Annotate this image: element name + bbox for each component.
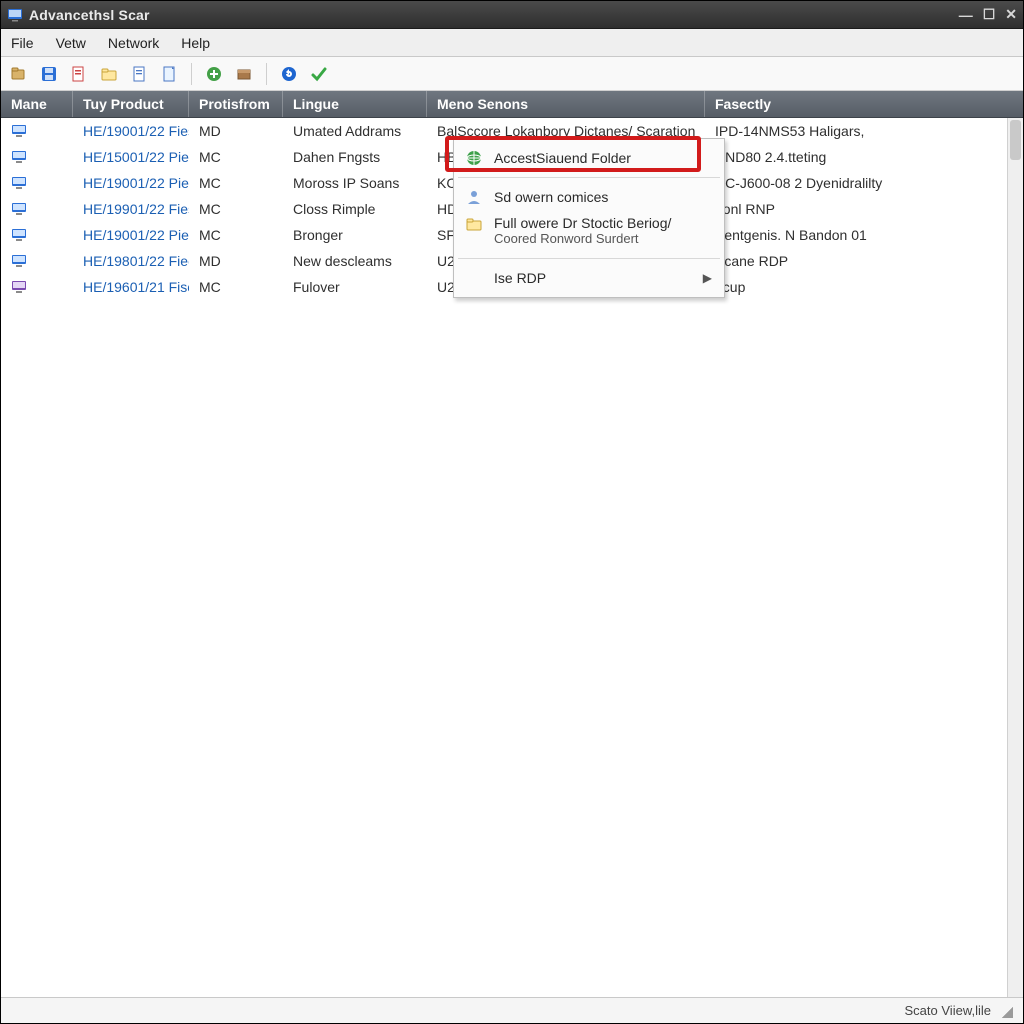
vertical-scrollbar[interactable] <box>1007 118 1023 997</box>
ctx-sep <box>458 177 720 178</box>
cell-name: HE/19001/22 Fiest <box>73 118 189 144</box>
context-menu: AccestSiauend Folder Sd owern comices Fu… <box>453 138 725 298</box>
monitor-icon <box>11 175 27 191</box>
monitor-icon <box>11 123 27 139</box>
cell-lingue: Fulover <box>283 274 427 300</box>
monitor-icon <box>11 149 27 165</box>
cell-name: HE/19901/22 Fiest <box>73 196 189 222</box>
cell-lingue: Closs Rimple <box>283 196 427 222</box>
tb-folder-icon[interactable] <box>97 62 121 86</box>
cell-lingue: Dahen Fngsts <box>283 144 427 170</box>
menu-file[interactable]: File <box>7 33 38 53</box>
col-lingue[interactable]: Lingue <box>283 91 427 117</box>
cell-lingue: Bronger <box>283 222 427 248</box>
cell-fasect: IPD-14NMS53 Haligars, <box>705 118 1023 144</box>
cell-product: MC <box>189 144 283 170</box>
ctx-label: AccestSiauend Folder <box>494 150 712 166</box>
col-fasectly[interactable]: Fasectly <box>705 91 1023 117</box>
maximize-button[interactable]: ☐ <box>983 6 996 23</box>
col-protisfrom[interactable]: Protisfrom <box>189 91 283 117</box>
cell-product: MD <box>189 248 283 274</box>
cell-product: MC <box>189 274 283 300</box>
ctx-full-owere[interactable]: Full owere Dr Stoctic Beriog/ Coored Ron… <box>456 212 722 254</box>
menubar: File Vetw Network Help <box>1 29 1023 57</box>
status-text: Scato Viiew,lile <box>905 1003 991 1018</box>
statusbar: Scato Viiew,lile <box>1 997 1023 1023</box>
ctx-sep <box>458 258 720 259</box>
titlebar: Advancethsl Scar — ☐ ✕ <box>1 1 1023 29</box>
tb-save-icon[interactable] <box>37 62 61 86</box>
monitor-icon <box>11 227 27 243</box>
ctx-owern-comices[interactable]: Sd owern comices <box>456 182 722 212</box>
menu-help[interactable]: Help <box>177 33 214 53</box>
ctx-label: Sd owern comices <box>494 189 712 205</box>
resize-grip[interactable] <box>999 1004 1013 1018</box>
close-button[interactable]: ✕ <box>1005 6 1017 23</box>
column-headers: Mane Tuy Product Protisfrom Lingue Meno … <box>1 91 1023 118</box>
tb-pagenew-icon[interactable] <box>157 62 181 86</box>
ctx-sublabel: Coored Ronword Surdert <box>494 231 671 246</box>
cell-lingue: Moross IP Soans <box>283 170 427 196</box>
ctx-access-folder[interactable]: AccestSiauend Folder <box>456 143 722 173</box>
user-icon <box>464 188 484 206</box>
ctx-ise-rdp[interactable]: Ise RDP ▶ <box>456 263 722 293</box>
window-controls: — ☐ ✕ <box>959 6 1017 23</box>
tb-docred-icon[interactable] <box>67 62 91 86</box>
cell-fasect: oonl RNP <box>705 196 1023 222</box>
monitor-alt-icon <box>11 279 27 295</box>
window-title: Advancethsl Scar <box>29 7 959 23</box>
tb-add-icon[interactable] <box>202 62 226 86</box>
cell-fasect: NND80 2.4.tteting <box>705 144 1023 170</box>
app-window: Advancethsl Scar — ☐ ✕ File Vetw Network… <box>0 0 1024 1024</box>
tb-sep-2 <box>266 63 267 85</box>
tb-sep-1 <box>191 63 192 85</box>
col-senons[interactable]: Meno Senons <box>427 91 705 117</box>
cell-product: MD <box>189 118 283 144</box>
cell-product: MC <box>189 196 283 222</box>
menu-view[interactable]: Vetw <box>52 33 90 53</box>
cell-fasect: Scane RDP <box>705 248 1023 274</box>
cell-fasect: Sentgenis. N Bandon 01 <box>705 222 1023 248</box>
monitor-icon <box>11 253 27 269</box>
cell-fasect: ocup <box>705 274 1023 300</box>
scroll-thumb[interactable] <box>1010 120 1021 160</box>
ctx-label: Ise RDP <box>494 270 693 286</box>
cell-name: HE/19001/22 Piesp <box>73 170 189 196</box>
col-name[interactable]: Mane <box>1 91 73 117</box>
col-product[interactable]: Tuy Product <box>73 91 189 117</box>
tb-box-icon[interactable] <box>232 62 256 86</box>
tb-refresh-icon[interactable] <box>277 62 301 86</box>
minimize-button[interactable]: — <box>959 7 973 23</box>
tb-ok-icon[interactable] <box>307 62 331 86</box>
monitor-icon <box>11 201 27 217</box>
globe-icon <box>464 149 484 167</box>
chevron-right-icon: ▶ <box>703 271 712 285</box>
cell-lingue: Umated Addrams <box>283 118 427 144</box>
cell-product: MC <box>189 222 283 248</box>
cell-fasect: CC-J600-08 2 Dyenidralilty <box>705 170 1023 196</box>
ctx-label: Full owere Dr Stoctic Beriog/ <box>494 215 671 231</box>
menu-network[interactable]: Network <box>104 33 163 53</box>
toolbar <box>1 57 1023 91</box>
cell-name: HE/19001/22 Pies <box>73 222 189 248</box>
app-icon <box>7 7 23 23</box>
cell-lingue: New descleams <box>283 248 427 274</box>
cell-name: HE/19601/21 Fise <box>73 274 189 300</box>
cell-name: HE/19801/22 Fiee <box>73 248 189 274</box>
tb-pageblue-icon[interactable] <box>127 62 151 86</box>
cell-name: HE/15001/22 Pielts <box>73 144 189 170</box>
data-grid: HE/19001/22 Fiest MD Umated Addrams BalS… <box>1 118 1023 997</box>
folder-icon <box>464 215 484 233</box>
cell-product: MC <box>189 170 283 196</box>
tb-open-icon[interactable] <box>7 62 31 86</box>
